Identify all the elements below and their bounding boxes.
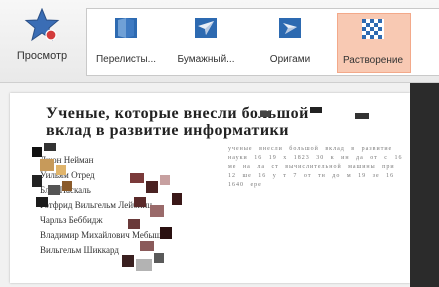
dissolve-block — [32, 175, 42, 187]
dissolve-block — [146, 181, 158, 193]
transition-dissolve[interactable]: Растворение — [337, 13, 411, 73]
dissolve-block — [134, 197, 146, 207]
transition-label: Растворение — [342, 55, 404, 66]
dissolve-icon — [362, 19, 384, 39]
dissolve-block — [40, 159, 54, 171]
dissolve-block — [154, 253, 164, 263]
transition-label: Бумажный... — [177, 54, 235, 65]
dissolve-block — [122, 255, 134, 267]
slide-pane: Ученые, которые внесли большой вклад в р… — [0, 83, 439, 287]
dissolve-block — [56, 165, 66, 175]
list-item: Чарльз Беббидж — [40, 215, 103, 225]
dissolve-block — [310, 107, 322, 113]
dissolve-block — [128, 219, 140, 229]
dissolve-block — [62, 181, 72, 191]
preview-label: Просмотр — [16, 50, 68, 62]
origami-icon — [279, 18, 301, 38]
editor-background — [410, 83, 439, 287]
dissolve-block — [136, 259, 152, 271]
dissolve-block — [260, 111, 270, 117]
slide-title-line: Ученые, которые внесли большой — [46, 105, 309, 122]
transition-origami[interactable]: Оригами — [255, 13, 325, 71]
transition-gallery: Перелисты... Бумажный... Оригами Раствор… — [86, 8, 439, 76]
dissolve-block — [160, 227, 172, 239]
list-item: Джон Нейман — [40, 155, 94, 165]
transition-label: Перелисты... — [95, 54, 157, 65]
slide-title: Ученые, которые внесли большой вклад в р… — [46, 105, 376, 139]
slide-title-line: вклад в развитие информатики — [46, 122, 289, 139]
dissolve-block — [44, 143, 56, 151]
dissolve-block — [32, 147, 42, 157]
transition-page-curl[interactable]: Перелисты... — [91, 13, 161, 71]
dissolve-block — [130, 173, 144, 183]
transition-airplane[interactable]: Бумажный... — [171, 13, 241, 71]
transitions-ribbon: Просмотр Перелисты... Бумажный... Оригам… — [0, 0, 439, 83]
dissolve-block — [140, 241, 154, 251]
paper-plane-icon — [195, 18, 217, 38]
preview-button[interactable]: Просмотр — [6, 6, 78, 74]
dissolve-block — [150, 205, 164, 217]
dissolve-block — [355, 113, 369, 119]
transition-label: Оригами — [269, 54, 311, 65]
star-icon — [24, 8, 60, 42]
book-page-icon — [115, 18, 137, 38]
dissolve-block — [48, 185, 60, 195]
dissolve-block — [172, 193, 182, 205]
dissolve-block — [160, 175, 170, 185]
slide-body-text: ученые внесли большой вклад в развитие н… — [228, 146, 403, 188]
slide-preview[interactable]: Ученые, которые внесли большой вклад в р… — [10, 93, 410, 283]
dissolve-block — [36, 197, 48, 207]
